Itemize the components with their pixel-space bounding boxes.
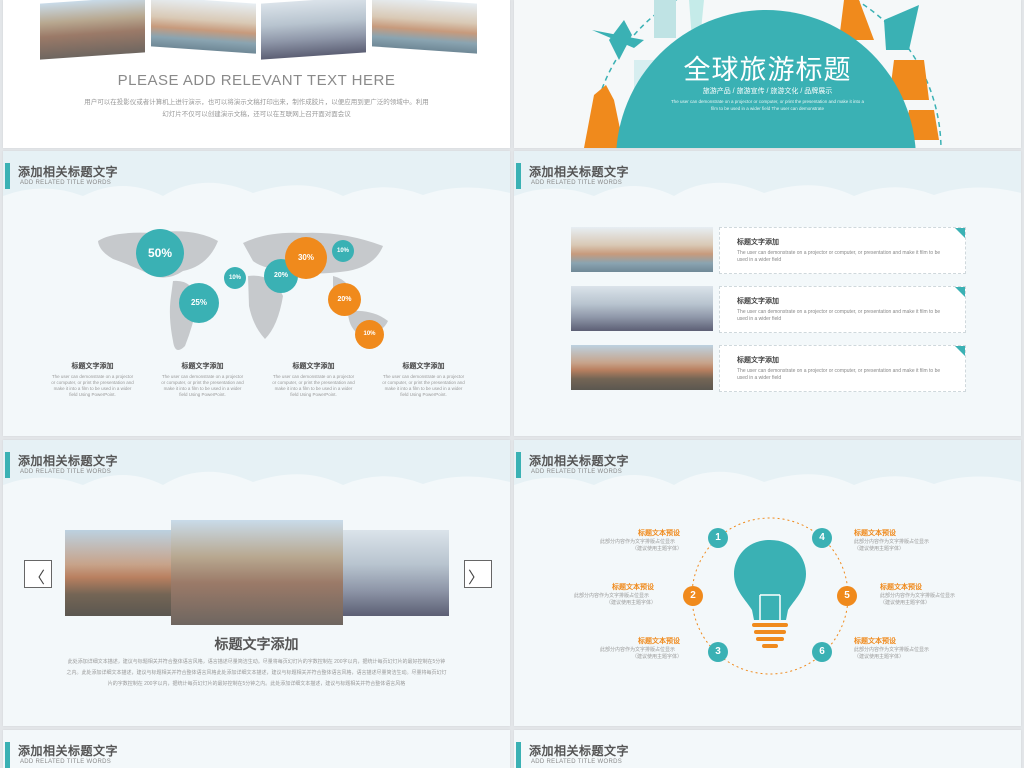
cover-desc: film to be used in a wider field The use… bbox=[711, 106, 824, 111]
item-number: 4 bbox=[812, 528, 832, 548]
slide-title: 添加相关标题文字 bbox=[18, 454, 119, 468]
building-photo-2 bbox=[372, 0, 477, 54]
map-bubble: 10% bbox=[224, 267, 246, 289]
card-desc: The user can demonstrate on a projector … bbox=[737, 250, 941, 263]
slide-thumbnail-4[interactable]: 添加相关标题文字 ADD RELATED TITLE WORDS 标题文字添加 … bbox=[514, 151, 1021, 436]
info-card: 标题文字添加 The user can demonstrate on a pro… bbox=[719, 227, 966, 274]
item-desc: （建议使用主题字体） bbox=[854, 546, 905, 552]
map-bubble: 10% bbox=[332, 240, 354, 262]
item-desc: （建议使用主题字体） bbox=[606, 600, 657, 606]
chevron-right-icon: 〉 bbox=[468, 570, 485, 587]
slide-subtitle: ADD RELATED TITLE WORDS bbox=[531, 759, 623, 765]
item-number: 6 bbox=[812, 642, 832, 662]
item-title: 标题文本预设 bbox=[638, 638, 680, 645]
slide-thumbnail-5[interactable]: 添加相关标题文字 ADD RELATED TITLE WORDS 〈 〉 标题文… bbox=[3, 440, 510, 726]
column-desc: The user can demonstrate on a projector … bbox=[382, 374, 465, 397]
card-desc: The user can demonstrate on a projector … bbox=[737, 309, 941, 322]
slide-thumbnail-6[interactable]: 添加相关标题文字 ADD RELATED TITLE WORDS 1 2 3 4… bbox=[514, 440, 1021, 726]
column-title: 标题文字添加 bbox=[292, 363, 335, 370]
title-accent-bar bbox=[516, 163, 521, 189]
slide-thumbnail-1[interactable]: PLEASE ADD RELEVANT TEXT HERE 用户可以在投影仪或者… bbox=[3, 0, 510, 148]
next-arrow-button[interactable]: 〉 bbox=[464, 560, 492, 588]
column-desc: The user can demonstrate on a projector … bbox=[51, 374, 134, 397]
slide-thumbnail-2[interactable]: 全球旅游标题 旅游产品 / 旅游宣传 / 旅游文化 / 品牌展示 The use… bbox=[514, 0, 1021, 148]
cloud-decoration bbox=[514, 151, 1021, 196]
info-card: 标题文字添加 The user can demonstrate on a pro… bbox=[719, 345, 966, 392]
gallery-photo-right bbox=[343, 530, 449, 616]
card-title: 标题文字添加 bbox=[737, 357, 779, 364]
slide-body-line: 用户可以在投影仪或者计算机上进行演示，也可以将演示文稿打印出来，制作成胶片，以便… bbox=[84, 99, 429, 106]
column-desc: The user can demonstrate on a projector … bbox=[161, 374, 244, 397]
slide-body-line: 幻灯片不仅可以创建演示文稿，还可以在互联网上召开面对面会议 bbox=[162, 111, 351, 118]
street-photo-2 bbox=[261, 0, 366, 60]
column-title: 标题文字添加 bbox=[71, 363, 114, 370]
info-card: 标题文字添加 The user can demonstrate on a pro… bbox=[719, 286, 966, 333]
title-accent-bar bbox=[5, 742, 10, 768]
slide-heading: PLEASE ADD RELEVANT TEXT HERE bbox=[117, 72, 396, 89]
cover-desc: The user can demonstrate on a projector … bbox=[670, 99, 865, 104]
card-title: 标题文字添加 bbox=[737, 298, 779, 305]
gallery-body-line: 片的字数控制在 200字以内，据统计每页幻灯片的最好控制在5分钟之内。此处添加详… bbox=[107, 681, 406, 687]
card-corner bbox=[955, 228, 965, 238]
item-number: 1 bbox=[708, 528, 728, 548]
lightbulb-icon bbox=[691, 517, 849, 675]
card-desc: The user can demonstrate on a projector … bbox=[737, 368, 941, 381]
street-photo-1 bbox=[40, 0, 145, 60]
item-desc: 此部分内容作为文字排版占位显示 bbox=[600, 539, 676, 545]
item-title: 标题文本预设 bbox=[880, 584, 922, 591]
item-desc: （建议使用主题字体） bbox=[880, 600, 931, 606]
item-desc: 此部分内容作为文字排版占位显示 bbox=[854, 647, 930, 653]
cloud-decoration bbox=[3, 440, 510, 485]
cover-subtitle: 旅游产品 / 旅游宣传 / 旅游文化 / 品牌展示 bbox=[702, 88, 833, 95]
title-accent-bar bbox=[516, 742, 521, 768]
column-title: 标题文字添加 bbox=[402, 363, 445, 370]
item-number: 5 bbox=[837, 586, 857, 606]
chevron-left-icon: 〈 bbox=[29, 570, 46, 587]
item-title: 标题文本预设 bbox=[612, 584, 654, 591]
card-photo-2 bbox=[571, 286, 713, 331]
item-desc: 此部分内容作为文字排版占位显示 bbox=[854, 539, 930, 545]
slide-thumbnail-3[interactable]: 添加相关标题文字 ADD RELATED TITLE WORDS 50% 25%… bbox=[3, 151, 510, 436]
map-bubble: 25% bbox=[179, 283, 219, 323]
slide-subtitle: ADD RELATED TITLE WORDS bbox=[20, 469, 112, 475]
building-photo-1 bbox=[151, 0, 256, 54]
item-desc: 此部分内容作为文字排版占位显示 bbox=[880, 593, 956, 599]
map-bubble: 50% bbox=[136, 229, 184, 277]
gallery-caption: 标题文字添加 bbox=[214, 636, 299, 652]
cover-title: 全球旅游标题 bbox=[683, 55, 852, 85]
item-title: 标题文本预设 bbox=[854, 530, 896, 537]
slide-thumbnail-7[interactable]: 添加相关标题文字 ADD RELATED TITLE WORDS bbox=[3, 730, 510, 768]
item-title: 标题文本预设 bbox=[854, 638, 896, 645]
title-accent-bar bbox=[5, 452, 10, 478]
card-corner bbox=[955, 346, 965, 356]
slide-subtitle: ADD RELATED TITLE WORDS bbox=[531, 180, 623, 186]
prev-arrow-button[interactable]: 〈 bbox=[24, 560, 52, 588]
item-desc: 此部分内容作为文字排版占位显示 bbox=[600, 647, 676, 653]
map-bubble: 20% bbox=[328, 283, 361, 316]
item-desc: （建议使用主题字体） bbox=[632, 546, 683, 552]
column-desc: The user can demonstrate on a projector … bbox=[272, 374, 355, 397]
item-desc: 此部分内容作为文字排版占位显示 bbox=[574, 593, 650, 599]
slide-title: 添加相关标题文字 bbox=[529, 744, 630, 758]
slide-title: 添加相关标题文字 bbox=[529, 165, 630, 179]
gallery-photo-center bbox=[171, 520, 343, 625]
card-title: 标题文字添加 bbox=[737, 239, 779, 246]
card-photo-3 bbox=[571, 345, 713, 390]
gallery-photo-left bbox=[65, 530, 171, 616]
item-number: 3 bbox=[708, 642, 728, 662]
gallery-body-line: 此处添加详细文本描述，建议与标题相关并符合整体语言风格，语言描述尽量简洁生动。尽… bbox=[67, 659, 446, 665]
card-photo-1 bbox=[571, 227, 713, 272]
map-bubble: 10% bbox=[355, 320, 384, 349]
slide-subtitle: ADD RELATED TITLE WORDS bbox=[20, 759, 112, 765]
slide-thumbnail-8[interactable]: 添加相关标题文字 ADD RELATED TITLE WORDS bbox=[514, 730, 1021, 768]
gallery-body-line: 之内。此处添加详细文本描述，建议与标题相关并符合整体语言风格此处添加详细文本描述… bbox=[66, 670, 447, 676]
item-desc: （建议使用主题字体） bbox=[632, 654, 683, 660]
item-desc: （建议使用主题字体） bbox=[854, 654, 905, 660]
map-bubble: 30% bbox=[285, 237, 327, 279]
item-title: 标题文本预设 bbox=[638, 530, 680, 537]
card-corner bbox=[955, 287, 965, 297]
column-title: 标题文字添加 bbox=[181, 363, 224, 370]
slide-title: 添加相关标题文字 bbox=[18, 744, 119, 758]
item-number: 2 bbox=[683, 586, 703, 606]
